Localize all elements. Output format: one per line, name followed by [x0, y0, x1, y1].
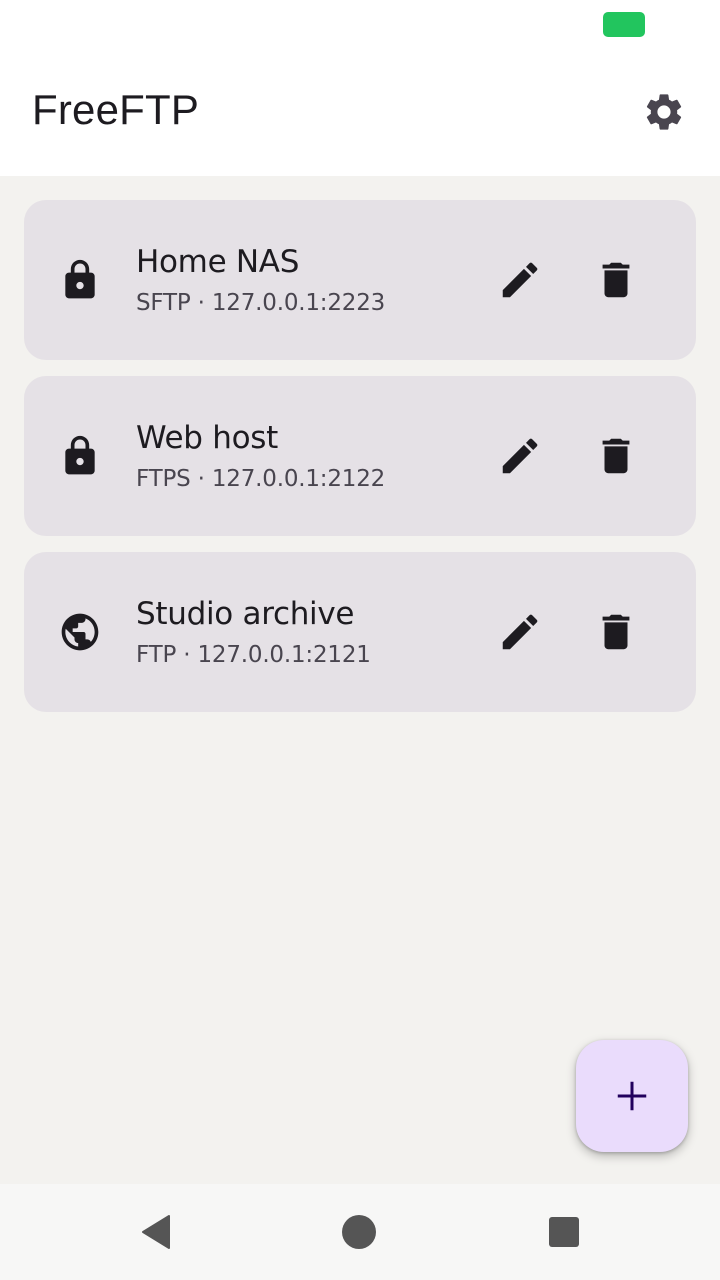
recents-square-icon [549, 1217, 579, 1247]
server-name: Studio archive [136, 596, 355, 632]
system-nav-bar [0, 1184, 720, 1280]
delete-server-button[interactable] [588, 252, 644, 308]
edit-server-button[interactable] [492, 604, 548, 660]
delete-server-button[interactable] [588, 428, 644, 484]
gear-icon [646, 94, 682, 130]
edit-server-button[interactable] [492, 252, 548, 308]
pencil-icon [502, 438, 538, 474]
server-card[interactable]: Web host FTPS · 127.0.0.1:2122 [24, 376, 696, 536]
trash-icon [602, 262, 630, 298]
pencil-icon [502, 614, 538, 650]
app-bar: FreeFTP [0, 60, 720, 176]
status-bar [0, 0, 720, 60]
settings-button[interactable] [636, 84, 692, 140]
server-subtitle: FTPS · 127.0.0.1:2122 [136, 466, 386, 492]
home-circle-icon [342, 1215, 376, 1249]
lock-icon [65, 435, 95, 475]
server-card[interactable]: Home NAS SFTP · 127.0.0.1:2223 [24, 200, 696, 360]
trash-icon [602, 438, 630, 474]
plus-icon [617, 1081, 647, 1111]
pencil-icon [502, 262, 538, 298]
trash-icon [602, 614, 630, 650]
nav-home-button[interactable] [331, 1204, 387, 1260]
nav-recents-button[interactable] [536, 1204, 592, 1260]
server-name: Home NAS [136, 244, 300, 280]
server-list: Home NAS SFTP · 127.0.0.1:2223 Web host FTP… [24, 200, 696, 728]
globe-icon [61, 613, 99, 651]
server-subtitle: FTP · 127.0.0.1:2121 [136, 642, 371, 668]
add-server-button[interactable] [576, 1040, 688, 1152]
server-card[interactable]: Studio archive FTP · 127.0.0.1:2121 [24, 552, 696, 712]
delete-server-button[interactable] [588, 604, 644, 660]
server-subtitle: SFTP · 127.0.0.1:2223 [136, 290, 386, 316]
lock-icon [65, 259, 95, 299]
nav-back-button[interactable] [128, 1204, 184, 1260]
app-title: FreeFTP [32, 86, 200, 133]
battery-icon [603, 12, 645, 37]
back-triangle-icon [142, 1215, 170, 1249]
edit-server-button[interactable] [492, 428, 548, 484]
server-name: Web host [136, 420, 278, 456]
